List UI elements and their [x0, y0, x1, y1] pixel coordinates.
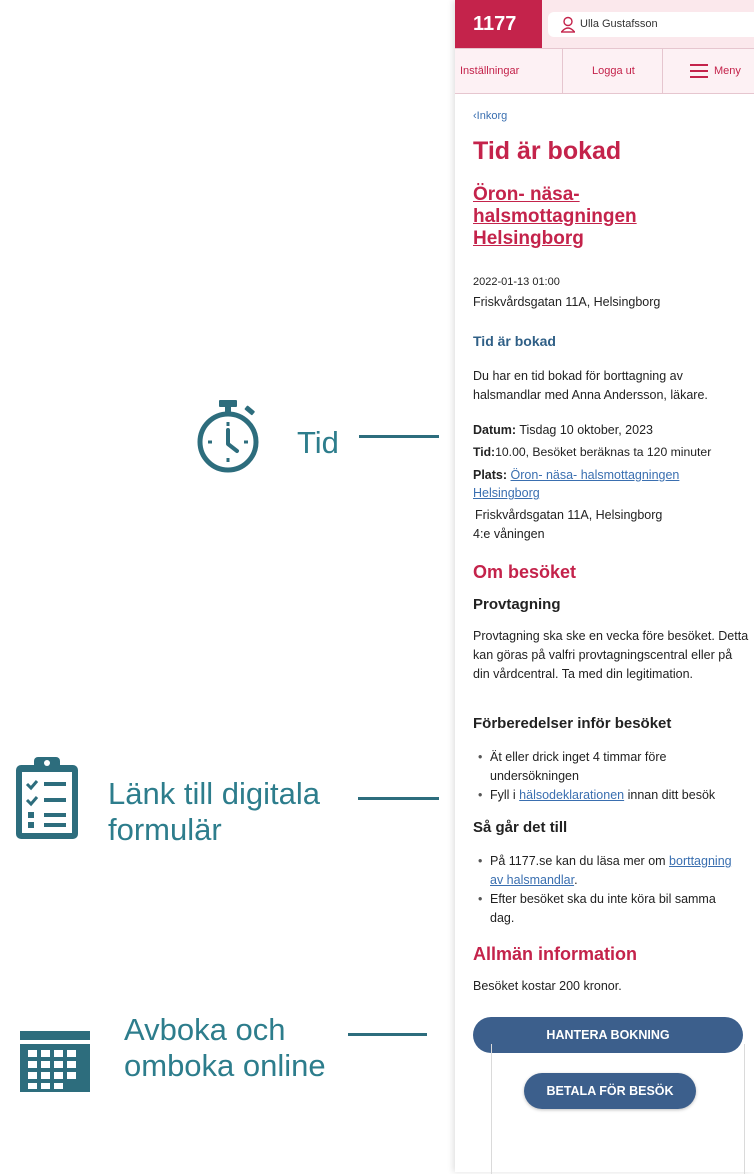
list-item-text: innan ditt besök — [624, 788, 716, 802]
back-link[interactable]: ‹Inkorg — [473, 110, 507, 122]
annotation-label-forms-2: formulär — [108, 812, 222, 847]
nav-divider — [562, 49, 563, 93]
nav-logout[interactable]: Logga ut — [592, 49, 635, 93]
nav-divider — [662, 49, 663, 93]
list-item: Efter besöket ska du inte köra bil samma… — [473, 890, 743, 928]
logo[interactable]: 1177 — [455, 0, 542, 48]
time-row: Tid:10.00, Besöket beräknas ta 120 minut… — [473, 443, 754, 462]
nav-menu-label: Meny — [714, 65, 741, 77]
annotation-label-booking-1: Avboka och — [124, 1012, 286, 1047]
nav-bar: Inställningar Logga ut Meny — [455, 48, 754, 94]
annotation-label-booking-2: omboka online — [124, 1048, 326, 1083]
how-list: På 1177.se kan du läsa mer om borttagnin… — [473, 852, 743, 928]
date-label: Datum: — [473, 423, 517, 437]
place-floor: 4:e våningen — [473, 527, 545, 541]
stopwatch-icon — [193, 398, 263, 474]
user-profile[interactable]: Ulla Gustafsson — [548, 12, 754, 37]
place-address: Friskvårdsgatan 11A, Helsingborg — [475, 508, 663, 522]
list-item: Fyll i hälsodeklarationen innan ditt bes… — [473, 786, 754, 805]
clipboard-checklist-icon — [12, 755, 82, 841]
prep-heading: Förberedelser inför besöket — [473, 715, 672, 732]
appointment-datetime: 2022-01-13 01:00 — [473, 276, 560, 288]
appointment-address: Friskvårdsgatan 11A, Helsingborg — [473, 295, 661, 309]
place-label: Plats: — [473, 468, 508, 482]
back-link-label: Inkorg — [476, 110, 508, 122]
annotation-connector-forms — [358, 797, 439, 800]
date-row: Datum: Tisdag 10 oktober, 2023 — [473, 421, 748, 440]
payment-card: BETALA FÖR BESÖK — [491, 1044, 745, 1174]
sample-text: Provtagning ska ske en vecka före besöke… — [473, 629, 749, 681]
nav-settings[interactable]: Inställningar — [460, 49, 519, 93]
intro-text: Du har en tid bokad för borttagning av h… — [473, 369, 708, 402]
prep-list: Ät eller drick inget 4 timmar före under… — [473, 748, 754, 805]
annotation-label-forms-1: Länk till digitala — [108, 776, 320, 811]
time-value: 10.00, Besöket beräknas ta 120 minuter — [495, 445, 712, 459]
general-heading: Allmän information — [473, 944, 638, 964]
annotation-label-time: Tid — [297, 425, 339, 460]
health-declaration-link[interactable]: hälsodeklarationen — [519, 788, 624, 802]
user-icon — [560, 16, 576, 33]
list-item: Ät eller drick inget 4 timmar före under… — [473, 748, 754, 786]
subheading-booked: Tid är bokad — [473, 333, 556, 349]
place-row: Plats: Öron- näsa- halsmottagningen Hels… — [473, 466, 733, 502]
about-heading: Om besöket — [473, 562, 577, 582]
how-heading: Så går det till — [473, 819, 568, 836]
list-item-text: På 1177.se kan du läsa mer om — [490, 854, 670, 868]
page-title: Tid är bokad — [473, 137, 622, 165]
top-bar: 1177 Ulla Gustafsson — [455, 0, 754, 48]
pay-visit-button[interactable]: BETALA FÖR BESÖK — [524, 1073, 696, 1109]
annotation-connector-booking — [348, 1033, 427, 1036]
clinic-link[interactable]: Öron- näsa- halsmottagningen Helsingborg — [473, 184, 703, 250]
phone-screen: 1177 Ulla Gustafsson Inställningar Logga… — [455, 0, 754, 1174]
cost-text: Besöket kostar 200 kronor. — [473, 979, 622, 993]
list-item-text: Fyll i — [490, 788, 520, 802]
nav-menu[interactable]: Meny — [690, 49, 750, 93]
sample-heading: Provtagning — [473, 596, 561, 613]
calendar-icon — [20, 1031, 90, 1093]
annotation-connector-time — [359, 435, 439, 438]
date-value: Tisdag 10 oktober, 2023 — [519, 423, 653, 437]
time-label: Tid: — [473, 445, 496, 459]
hamburger-menu-icon — [690, 64, 708, 78]
list-item: På 1177.se kan du läsa mer om borttagnin… — [473, 852, 743, 890]
list-item-text: . — [574, 873, 578, 887]
user-name: Ulla Gustafsson — [580, 18, 658, 30]
